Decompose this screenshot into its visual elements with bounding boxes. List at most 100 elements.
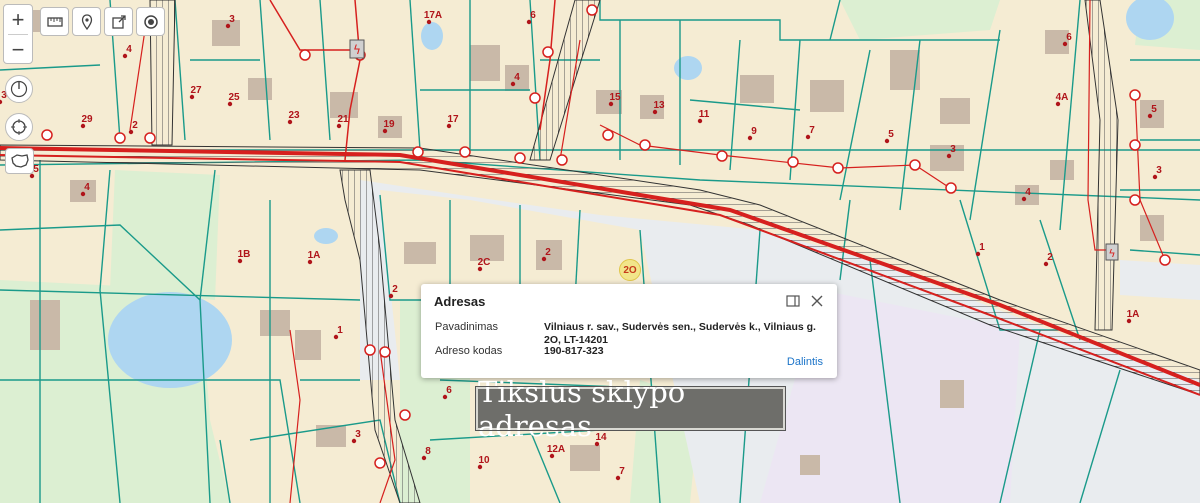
share-link[interactable]: Dalintis <box>787 356 823 368</box>
parcel-number-label: 1 <box>979 242 985 253</box>
parcel-point <box>426 19 432 25</box>
parcel-number-label: 6 <box>530 10 536 21</box>
parcel-point <box>421 455 427 461</box>
parcel-number-label: 17A <box>424 10 442 21</box>
svg-text:ϟ: ϟ <box>1108 247 1115 260</box>
parcel-number-label: 17 <box>447 114 459 125</box>
parcel-number-label: 2C <box>478 257 491 268</box>
parcel-number-label: 27 <box>190 85 202 96</box>
country-icon <box>10 154 29 168</box>
parcel-point <box>287 119 293 125</box>
parcel-number-label: 3 <box>950 144 956 155</box>
caption-overlay: Tikslus sklypo adresas <box>475 375 786 443</box>
parcel-point <box>608 101 614 107</box>
parcel-number-label: 2 <box>1047 252 1053 263</box>
parcel-point <box>128 129 134 135</box>
parcel-point <box>549 453 555 459</box>
parcel-number-label: 11 <box>699 109 710 120</box>
parcel-number-label: 13 <box>653 100 665 111</box>
zoom-in-button[interactable]: + <box>4 5 32 34</box>
dock-icon[interactable] <box>785 293 801 309</box>
popup-label-name: Pavadinimas <box>435 321 498 333</box>
parcel-number-label: 5 <box>33 164 39 175</box>
zoom-out-button[interactable]: − <box>4 35 32 64</box>
locate-button[interactable] <box>5 113 33 141</box>
measure-button[interactable] <box>40 7 69 36</box>
parcel-number-label: 19 <box>383 119 395 130</box>
parcel-point <box>442 394 448 400</box>
parcel-number-label: 23 <box>288 110 300 121</box>
parcel-point <box>477 464 483 470</box>
parcel-number-label: 3 <box>1156 165 1162 176</box>
parcel-number-label: 4 <box>1025 187 1031 198</box>
parcel-point <box>1062 41 1068 47</box>
parcel-point <box>1147 113 1153 119</box>
parcel-number-label: 7 <box>809 125 815 136</box>
popup-label-code: Adreso kodas <box>435 345 503 357</box>
close-icon[interactable] <box>809 293 825 309</box>
parcel-number-label: 3 <box>355 429 361 440</box>
pin-icon <box>81 13 92 30</box>
parcel-number-label: 7 <box>619 466 625 477</box>
compass-icon <box>10 80 28 98</box>
parcel-number-label: 15 <box>609 92 621 103</box>
parcel-number-label: 5 <box>1151 104 1157 115</box>
parcel-number-label: 4 <box>126 44 132 55</box>
parcel-point <box>1021 196 1027 202</box>
parcel-point <box>884 138 890 144</box>
parcel-number-label: 3 <box>229 14 235 25</box>
parcel-point <box>805 134 811 140</box>
parcel-number-label: 10 <box>478 455 490 466</box>
parcel-point <box>652 109 658 115</box>
address-marker[interactable]: 2O <box>619 259 641 281</box>
parcel-point <box>29 173 35 179</box>
parcel-point <box>333 334 339 340</box>
parcel-number-label: 9 <box>751 126 757 137</box>
place-marker-button[interactable] <box>72 7 101 36</box>
parcel-number-label: 1 <box>337 325 343 336</box>
ruler-icon <box>46 16 63 27</box>
popup-title: Adresas <box>434 294 486 309</box>
parcel-point <box>526 19 532 25</box>
parcel-number-label: 4 <box>84 182 90 193</box>
parcel-point <box>697 118 703 124</box>
share-icon <box>111 14 126 29</box>
parcel-point <box>307 259 313 265</box>
target-button[interactable] <box>136 7 165 36</box>
compass-button[interactable] <box>5 75 33 103</box>
parcel-point <box>1055 101 1061 107</box>
parcel-point <box>336 123 342 129</box>
parcel-point <box>189 94 195 100</box>
parcel-point <box>351 438 357 444</box>
parcel-number-label: 29 <box>81 114 93 125</box>
parcel-point <box>237 258 243 264</box>
locate-icon <box>11 119 27 135</box>
parcel-point <box>541 256 547 262</box>
address-popup: Adresas Pavadinimas Vilniaus r. sav., Su… <box>421 284 837 378</box>
parcel-point <box>510 81 516 87</box>
parcel-point <box>1126 318 1132 324</box>
parcel-point <box>1152 174 1158 180</box>
parcel-point <box>615 475 621 481</box>
parcel-point <box>975 251 981 257</box>
parcel-point <box>946 153 952 159</box>
popup-value-code: 190-817-323 <box>544 345 604 357</box>
parcel-point <box>477 266 483 272</box>
parcel-point <box>446 123 452 129</box>
parcel-point <box>225 23 231 29</box>
popup-value-name: Vilniaus r. sav., Sudervės sen., Sudervė… <box>544 321 816 346</box>
parcel-number-label: 8 <box>425 446 431 457</box>
parcel-point <box>382 128 388 134</box>
parcel-number-label: 25 <box>228 92 240 103</box>
parcel-point <box>1043 261 1049 267</box>
parcel-number-label: 6 <box>1066 32 1072 43</box>
zoom-control: + − <box>3 4 33 64</box>
parcel-point <box>122 53 128 59</box>
parcel-number-label: 6 <box>446 385 452 396</box>
parcel-point <box>747 135 753 141</box>
country-extent-button[interactable] <box>5 148 34 174</box>
parcel-point <box>227 101 233 107</box>
parcel-number-label: 2 <box>545 247 551 258</box>
share-button[interactable] <box>104 7 133 36</box>
parcel-number-label: 4 <box>514 72 520 83</box>
